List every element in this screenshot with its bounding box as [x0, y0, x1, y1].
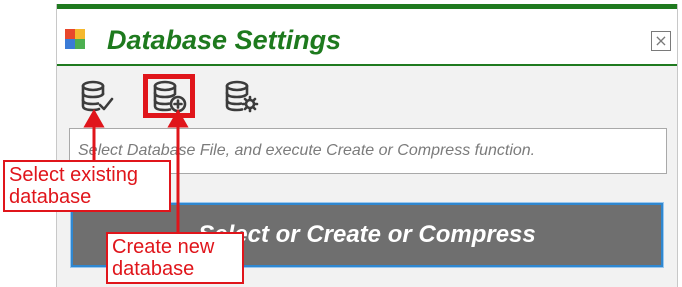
- create-new-callout-line1: Create new: [112, 236, 215, 258]
- annotation-arrows: [83, 108, 189, 232]
- create-new-callout-line2: database: [112, 258, 195, 280]
- select-existing-callout-line1: Select existing: [9, 164, 138, 186]
- create-new-callout: Create new database: [106, 232, 244, 284]
- select-existing-callout-line2: database: [9, 186, 92, 208]
- select-existing-arrow-head: [83, 108, 105, 128]
- create-new-arrow-head: [167, 108, 189, 128]
- select-existing-callout: Select existing database: [3, 160, 171, 212]
